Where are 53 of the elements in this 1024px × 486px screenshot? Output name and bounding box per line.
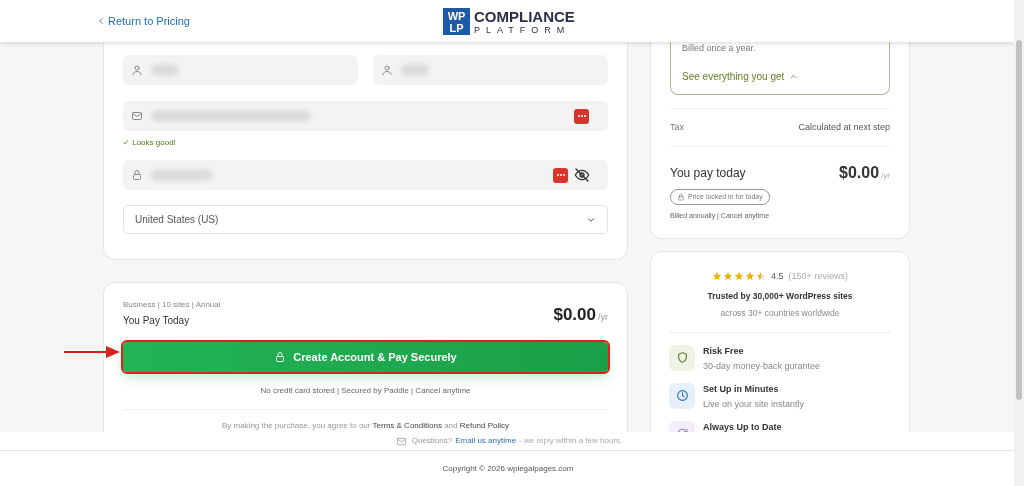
pay-today-label: You Pay Today (123, 314, 191, 328)
copyright: Copyright © 2026 wplegalpages.com (442, 462, 574, 475)
email-link[interactable]: Email us anytime (455, 435, 517, 447)
pointer-arrow (64, 346, 120, 358)
legal-note: By making the purchase, you agree to our Terms & Conditions and Refund Policy (220, 420, 511, 432)
plan-summary: Business | 10 sites | Annual (123, 299, 221, 311)
feature-text: 30-day money-back gurantee (703, 360, 821, 373)
reply-note: - we reply within a few hours. (519, 435, 623, 447)
country-select[interactable]: United States (US) (123, 205, 608, 234)
review-count: (150+ reviews) (788, 269, 848, 283)
billing-frequency: Billed once a year. (682, 42, 757, 55)
validation-message: ✓ Looks good! (123, 137, 177, 149)
password-field[interactable] (123, 160, 608, 190)
clock-icon (675, 389, 689, 402)
shield-icon (675, 351, 689, 364)
feature-text: Live on your site instantly (703, 398, 805, 411)
mail-icon (131, 110, 143, 122)
tax-value: Calculated at next step (798, 120, 890, 134)
feature-title: Risk Free (703, 344, 745, 358)
lock-icon (677, 193, 685, 201)
price: $0.00 (553, 304, 596, 326)
name-field[interactable] (373, 55, 608, 85)
logo-subtitle: PLATFORM (474, 25, 572, 35)
email-field[interactable] (123, 101, 608, 131)
pay-today-label: You pay today (670, 165, 746, 182)
feature-title: Set Up in Minutes (703, 382, 780, 396)
logo-mark-text: LP (449, 21, 464, 34)
question-text: Questions? (411, 435, 453, 447)
payment-note: No credit card stored | Secured by Paddle | Cancel anytime (259, 385, 472, 397)
see-everything-link[interactable]: See everything you get (682, 68, 878, 84)
chevron-left-icon (96, 16, 106, 27)
person-icon (131, 64, 143, 76)
person-icon (381, 64, 393, 76)
name-field[interactable] (123, 55, 358, 85)
password-manager-icon[interactable] (553, 167, 568, 183)
pay-button[interactable]: Create Account & Pay Securely (123, 342, 608, 372)
rating-value: 4.5 (771, 269, 784, 283)
back-link[interactable]: Return to Pricing (96, 13, 190, 30)
mail-icon (395, 435, 407, 447)
feature-title: Always Up to Date (703, 420, 782, 432)
trust-headline: Trusted by 30,000+ WordPress sites (706, 290, 854, 303)
logo-title: COMPLIANCE (474, 8, 575, 24)
price-period: /yr (598, 311, 608, 324)
price-period: /yr (881, 170, 890, 182)
scrollbar-thumb[interactable] (1016, 40, 1022, 400)
password-manager-icon[interactable] (574, 108, 589, 124)
price: $0.00 (839, 163, 880, 183)
trust-subline: across 30+ countries worldwide (719, 306, 841, 320)
scrollbar[interactable] (1014, 0, 1024, 486)
lock-icon (274, 351, 287, 363)
tax-label: Tax (670, 120, 684, 134)
logo-mark-text: WP (447, 9, 466, 22)
lock-icon (131, 169, 143, 181)
